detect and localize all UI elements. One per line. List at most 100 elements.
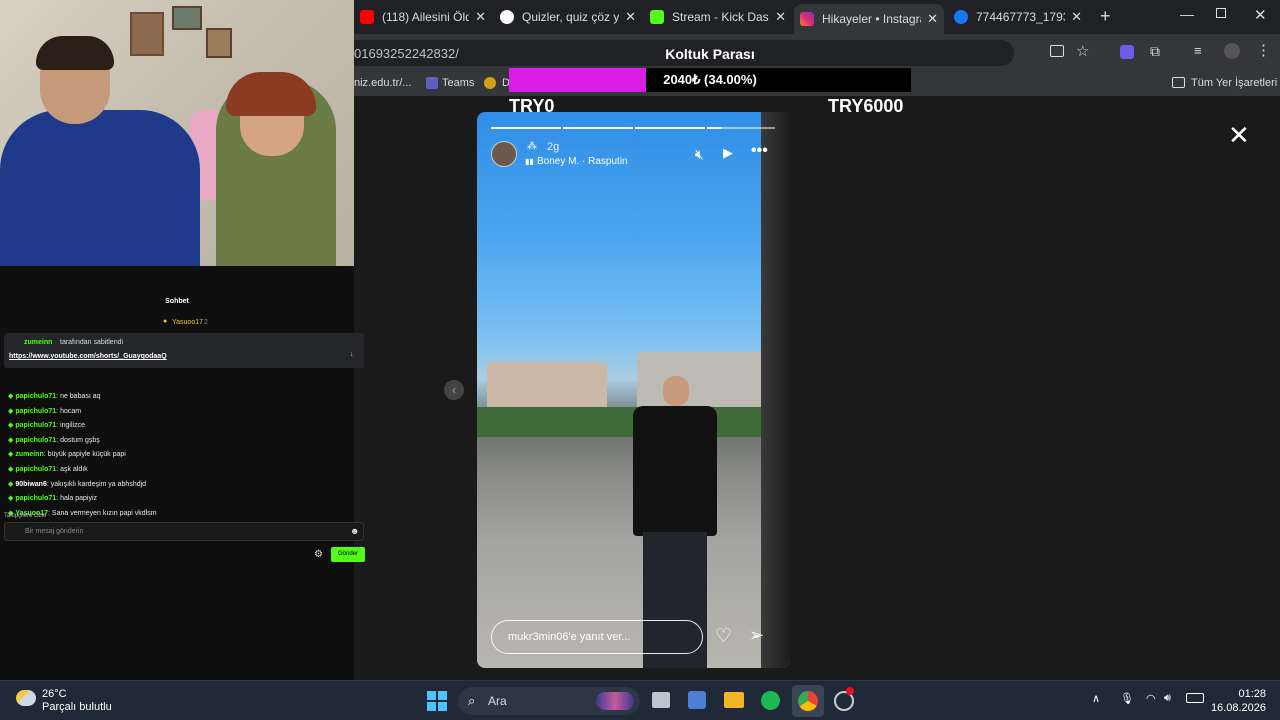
chat-input-placeholder: Bir mesaj gönderin xyxy=(25,528,84,535)
all-bookmarks[interactable]: Tüm Yer İşaretleri xyxy=(1191,77,1277,89)
person-head xyxy=(663,376,689,406)
pinned-by: zumeinn xyxy=(24,339,53,346)
tab-youtube[interactable]: (118) Ailesini Öldürü ✕ xyxy=(354,4,492,30)
chat-message: ◆ papichulo71: hocam xyxy=(8,407,82,415)
close-tab-icon[interactable]: ✕ xyxy=(1071,9,1082,25)
close-story-icon[interactable]: ✕ xyxy=(1228,120,1250,151)
pinned-link[interactable]: https://www.youtube.com/shorts/_Guayqoda… xyxy=(9,353,167,360)
extensions-puzzle-icon[interactable]: ⧉ xyxy=(1150,43,1160,60)
previous-story-icon[interactable]: ‹ xyxy=(444,380,464,400)
facebook-icon xyxy=(954,10,968,24)
goal-progress-text: 2040₺ (34.00%) xyxy=(663,72,757,87)
chat-panel: Sohbet ● Yasuoo17 2 zumeinn tarafından s… xyxy=(0,266,365,680)
new-tab-button[interactable]: + xyxy=(1100,6,1111,27)
chat-settings-icon[interactable] xyxy=(350,298,358,306)
close-tab-icon[interactable]: ✕ xyxy=(927,11,938,27)
wifi-icon[interactable]: ◠ xyxy=(1146,692,1156,705)
chat-text: büyük papiyle küçük papi xyxy=(47,451,126,459)
store-icon[interactable] xyxy=(688,691,706,709)
chat-message: ◆ papichulo71: ingilizce xyxy=(8,422,85,430)
followers-only-label: Takipçilere Özel xyxy=(4,513,47,519)
chat-username[interactable]: 90biwan6 xyxy=(15,481,47,488)
chat-username[interactable]: zumeinn xyxy=(15,451,43,458)
tab-facebook[interactable]: 774467773_1793962 ✕ xyxy=(948,4,1088,30)
pinned-suffix: tarafından sabitlendi xyxy=(60,339,124,346)
avatar[interactable] xyxy=(491,141,517,167)
music-icon: ▮▮ xyxy=(525,157,534,166)
search-box[interactable]: ⌕ Ara xyxy=(458,687,640,715)
install-app-icon[interactable] xyxy=(1050,45,1064,57)
tab-kick[interactable]: Stream - Kick Dashbo ✕ xyxy=(644,4,792,30)
top-gifter-count: 2 xyxy=(204,319,208,326)
close-tab-icon[interactable]: ✕ xyxy=(625,9,636,25)
chat-username[interactable]: papichulo71 xyxy=(15,408,56,415)
mute-icon[interactable]: 🔇︎ xyxy=(695,146,704,163)
quiz-site-icon xyxy=(500,10,514,24)
chat-message: ◆ papichulo71: ne babası aq xyxy=(8,393,101,400)
tab-title: (118) Ailesini Öldürü xyxy=(382,10,470,24)
webcam-feed xyxy=(0,0,354,266)
bookmark-site[interactable]: niz.edu.tr/... xyxy=(354,77,411,89)
tab-bar: (118) Ailesini Öldürü ✕ Quizler, quiz çö… xyxy=(354,0,1280,34)
chat-username[interactable]: papichulo71 xyxy=(15,393,56,400)
heart-icon[interactable]: ♡ xyxy=(715,625,732,648)
emoji-icon[interactable]: ☻ xyxy=(350,526,359,536)
tab-title: Hikayeler • Instagram xyxy=(822,12,921,26)
bookmark-d-icon xyxy=(484,77,496,89)
spotify-icon[interactable] xyxy=(761,691,780,710)
play-icon[interactable]: ▶ xyxy=(723,145,733,161)
menu-icon[interactable]: ⋮ xyxy=(1256,41,1271,59)
file-explorer-icon[interactable] xyxy=(724,692,744,708)
weather-icon[interactable] xyxy=(16,690,36,706)
chat-text: ingilizce xyxy=(60,422,85,430)
reply-input[interactable]: mukr3min06'e yanıt ver... xyxy=(491,620,703,654)
story-progress-3 xyxy=(635,127,705,129)
battery-icon[interactable] xyxy=(1186,693,1204,703)
tray-chevron-icon[interactable]: ∧ xyxy=(1092,692,1100,705)
volume-icon[interactable]: 🔊︎ xyxy=(1164,692,1171,705)
send-button[interactable]: Gönder xyxy=(331,547,365,562)
chat-title: Sohbet xyxy=(165,298,189,305)
clock-time[interactable]: 01:28 xyxy=(1214,688,1266,700)
wall-frame xyxy=(206,28,232,58)
chrome-icon xyxy=(798,691,818,711)
bookmark-star-icon[interactable]: ☆ xyxy=(1076,42,1089,60)
tab-quiz[interactable]: Quizler, quiz çöz ya o ✕ xyxy=(494,4,642,30)
chat-input[interactable]: Bir mesaj gönderin ☻ xyxy=(4,522,364,541)
task-view-icon[interactable] xyxy=(652,692,670,708)
chat-username[interactable]: papichulo71 xyxy=(15,422,56,429)
goal-progress-track: 2040₺ (34.00%) xyxy=(509,68,911,92)
more-options-icon[interactable]: ••• xyxy=(751,142,768,160)
chat-message: ◆ papichulo71: aşk aldık xyxy=(8,465,88,473)
bookmark-teams[interactable]: Teams xyxy=(442,77,474,89)
close-tab-icon[interactable]: ✕ xyxy=(775,9,786,25)
minimize-button[interactable]: — xyxy=(1180,6,1194,22)
tab-title: Quizler, quiz çöz ya o xyxy=(522,10,620,24)
extension-icon[interactable] xyxy=(1120,45,1134,59)
music-label[interactable]: Boney M. · Rasputin xyxy=(537,156,628,167)
chat-gear-icon[interactable]: ⚙ xyxy=(314,549,323,560)
youtube-icon xyxy=(360,10,374,24)
url-text: 01693252242832/ xyxy=(354,46,459,61)
chat-username[interactable]: papichulo71 xyxy=(15,437,56,444)
close-tab-icon[interactable]: ✕ xyxy=(475,9,486,25)
chat-message: ◆ 90biwan6: yakışıklı kardeşim ya abhshd… xyxy=(8,480,147,488)
media-control-icon[interactable]: ≡ xyxy=(1194,43,1202,58)
tab-instagram[interactable]: Hikayeler • Instagram ✕ xyxy=(794,4,944,34)
chat-text: ne babası aq xyxy=(60,393,101,400)
windows-start-icon[interactable] xyxy=(427,691,447,711)
chat-message: ◆ Yasuoo17: Sana vermeyen kızın papi vkd… xyxy=(8,509,157,517)
tab-title: Stream - Kick Dashbo xyxy=(672,10,769,24)
close-window-button[interactable]: ✕ xyxy=(1254,6,1267,24)
chat-message-list: ◆ papichulo71: ne babası aq ◆ papichulo71… xyxy=(8,390,348,521)
chrome-taskbar-button[interactable] xyxy=(792,685,824,717)
send-icon[interactable]: ➢ xyxy=(749,625,764,646)
chat-username[interactable]: papichulo71 xyxy=(15,495,56,502)
clock-date[interactable]: 16.08.2026 xyxy=(1210,702,1266,714)
maximize-button[interactable] xyxy=(1216,8,1226,18)
chat-username[interactable]: papichulo71 xyxy=(15,466,56,473)
profile-avatar[interactable] xyxy=(1224,43,1240,59)
tab-title: 774467773_1793962 xyxy=(976,10,1065,24)
microphone-icon[interactable]: 🎙︎ xyxy=(1120,692,1134,705)
expand-pinned-icon[interactable]: ↓ xyxy=(350,351,354,358)
